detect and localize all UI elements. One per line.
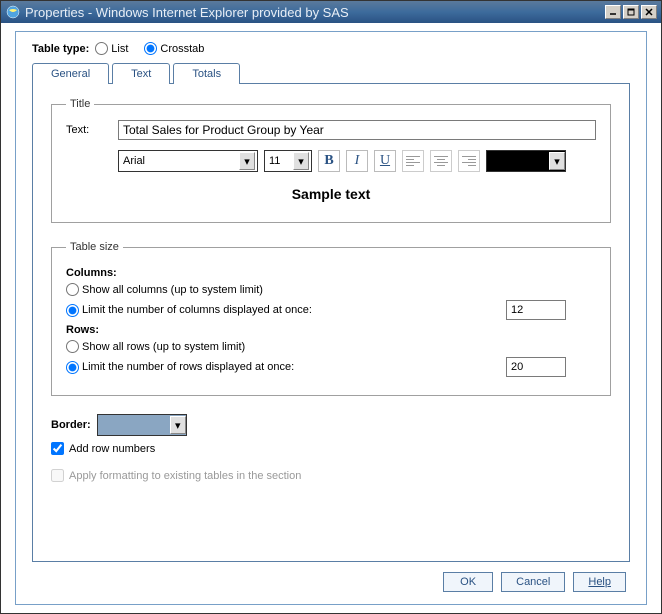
radio-limit-cols-input[interactable] xyxy=(66,304,79,317)
color-picker[interactable]: ▾ xyxy=(486,150,566,172)
rows-label: Rows: xyxy=(66,324,596,336)
main-panel: Table type: List Crosstab General Text T… xyxy=(15,31,647,605)
tab-panel-general: Title Text: Arial ▾ 11 ▾ xyxy=(32,83,630,562)
font-select-value: Arial xyxy=(123,155,145,167)
title-fieldset: Title Text: Arial ▾ 11 ▾ xyxy=(51,98,611,223)
limit-rows-label: Limit the number of rows displayed at on… xyxy=(82,361,294,373)
radio-list-input[interactable] xyxy=(95,42,108,55)
help-button[interactable]: Help xyxy=(573,572,626,592)
radio-list-label: List xyxy=(111,43,128,55)
content-area: Table type: List Crosstab General Text T… xyxy=(1,23,661,613)
titlebar[interactable]: Properties - Windows Internet Explorer p… xyxy=(1,1,661,23)
border-label: Border: xyxy=(51,419,91,431)
bold-button[interactable]: B xyxy=(318,150,340,172)
radio-show-all-rows-input[interactable] xyxy=(66,340,79,353)
radio-limit-rows[interactable]: Limit the number of rows displayed at on… xyxy=(66,361,294,374)
table-type-label: Table type: xyxy=(32,43,89,55)
dialog-buttons: OK Cancel Help xyxy=(32,572,630,592)
chevron-down-icon: ▾ xyxy=(170,416,186,434)
add-row-numbers-label: Add row numbers xyxy=(69,443,155,455)
add-row-numbers-row[interactable]: Add row numbers xyxy=(51,442,611,455)
radio-limit-rows-input[interactable] xyxy=(66,361,79,374)
font-size-select[interactable]: 11 ▾ xyxy=(264,150,312,172)
align-right-button[interactable] xyxy=(458,150,480,172)
format-toolbar: Arial ▾ 11 ▾ B I U xyxy=(118,150,596,172)
tab-text[interactable]: Text xyxy=(112,63,170,84)
apply-formatting-checkbox xyxy=(51,469,64,482)
title-text-label: Text: xyxy=(66,124,110,136)
ok-button[interactable]: OK xyxy=(443,572,493,592)
columns-label: Columns: xyxy=(66,267,596,279)
table-size-fieldset: Table size Columns: Show all columns (up… xyxy=(51,241,611,396)
window-controls xyxy=(605,5,657,19)
add-row-numbers-checkbox[interactable] xyxy=(51,442,64,455)
radio-list[interactable]: List xyxy=(95,42,128,55)
limit-cols-label: Limit the number of columns displayed at… xyxy=(82,304,312,316)
radio-limit-cols[interactable]: Limit the number of columns displayed at… xyxy=(66,304,312,317)
radio-show-all-cols-input[interactable] xyxy=(66,283,79,296)
chevron-down-icon: ▾ xyxy=(293,152,309,170)
apply-formatting-row: Apply formatting to existing tables in t… xyxy=(51,469,611,482)
radio-crosstab-label: Crosstab xyxy=(160,43,204,55)
table-size-legend: Table size xyxy=(66,241,123,253)
rows-value-input[interactable] xyxy=(506,357,566,377)
properties-window: Properties - Windows Internet Explorer p… xyxy=(0,0,662,614)
close-button[interactable] xyxy=(641,5,657,19)
align-center-button[interactable] xyxy=(430,150,452,172)
radio-show-all-cols[interactable]: Show all columns (up to system limit) xyxy=(66,283,263,296)
tabs: General Text Totals xyxy=(32,63,630,84)
title-text-input[interactable] xyxy=(118,120,596,140)
cancel-button[interactable]: Cancel xyxy=(501,572,565,592)
italic-button[interactable]: I xyxy=(346,150,368,172)
underline-button[interactable]: U xyxy=(374,150,396,172)
tab-totals[interactable]: Totals xyxy=(173,63,240,84)
font-select[interactable]: Arial ▾ xyxy=(118,150,258,172)
radio-crosstab-input[interactable] xyxy=(144,42,157,55)
ie-icon xyxy=(5,4,21,20)
window-title: Properties - Windows Internet Explorer p… xyxy=(25,5,605,20)
title-legend: Title xyxy=(66,98,94,110)
show-all-rows-label: Show all rows (up to system limit) xyxy=(82,341,245,353)
radio-crosstab[interactable]: Crosstab xyxy=(144,42,204,55)
align-left-button[interactable] xyxy=(402,150,424,172)
sample-text: Sample text xyxy=(66,186,596,202)
chevron-down-icon: ▾ xyxy=(549,152,565,170)
apply-formatting-label: Apply formatting to existing tables in t… xyxy=(69,470,301,482)
cols-value-input[interactable] xyxy=(506,300,566,320)
tab-general[interactable]: General xyxy=(32,63,109,84)
table-type-row: Table type: List Crosstab xyxy=(32,42,630,55)
radio-show-all-rows[interactable]: Show all rows (up to system limit) xyxy=(66,340,245,353)
border-select[interactable]: ▾ xyxy=(97,414,187,436)
chevron-down-icon: ▾ xyxy=(239,152,255,170)
maximize-button[interactable] xyxy=(623,5,639,19)
show-all-cols-label: Show all columns (up to system limit) xyxy=(82,284,263,296)
minimize-button[interactable] xyxy=(605,5,621,19)
border-row: Border: ▾ xyxy=(51,414,611,436)
font-size-value: 11 xyxy=(269,155,280,167)
